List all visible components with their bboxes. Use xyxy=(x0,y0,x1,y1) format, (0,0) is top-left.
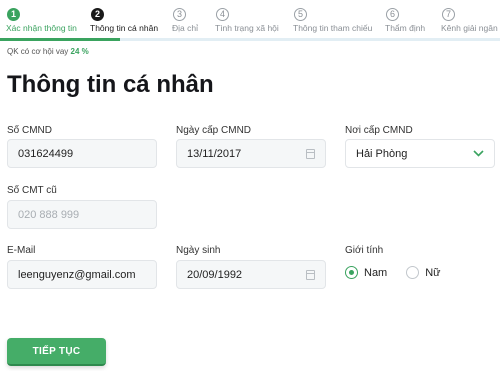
page-title: Thông tin cá nhân xyxy=(7,71,214,98)
loan-chance-percent: 24 % xyxy=(70,47,89,56)
step-3[interactable]: 3 Địa chỉ xyxy=(172,8,198,33)
loan-chance-text: QK có cơ hội vay 24 % xyxy=(7,47,89,56)
step-2-number: 2 xyxy=(91,8,104,21)
id-number-value: 031624499 xyxy=(18,147,74,160)
id-number-label: Số CMND xyxy=(7,125,53,136)
email-label: E-Mail xyxy=(7,245,36,256)
email-input[interactable]: leenguyenz@gmail.com xyxy=(7,260,157,289)
step-5-label: Thông tin tham chiếu xyxy=(293,23,373,33)
step-4[interactable]: 4 Tình trạng xã hội xyxy=(215,8,279,33)
birth-date-value: 20/09/1992 xyxy=(187,268,243,281)
step-progress: 1 Xác nhận thông tin 2 Thông tin cá nhân… xyxy=(0,8,500,36)
gender-radio-female[interactable] xyxy=(406,266,420,279)
gender-option-female[interactable]: Nữ xyxy=(425,267,440,279)
step-5-number: 5 xyxy=(294,8,307,21)
gender-radio-group: Nam Nữ xyxy=(345,266,460,279)
step-3-number: 3 xyxy=(173,8,186,21)
issue-date-value: 13/11/2017 xyxy=(187,147,242,160)
loan-chance-label: QK có cơ hội vay xyxy=(7,47,69,56)
gender-option-male[interactable]: Nam xyxy=(364,267,387,279)
calendar-icon[interactable] xyxy=(306,269,315,280)
step-2-label: Thông tin cá nhân xyxy=(90,23,159,33)
issue-place-value: Hải Phòng xyxy=(356,147,408,160)
step-7-label: Kênh giải ngân xyxy=(441,23,498,33)
birth-date-input[interactable]: 20/09/1992 xyxy=(176,260,326,289)
issue-date-label: Ngày cấp CMND xyxy=(176,125,252,136)
birth-date-label: Ngày sinh xyxy=(176,245,221,256)
id-number-input[interactable]: 031624499 xyxy=(7,139,157,168)
old-id-placeholder: 020 888 999 xyxy=(18,208,80,221)
step-1[interactable]: 1 Xác nhận thông tin xyxy=(6,8,77,33)
chevron-down-icon xyxy=(473,150,484,157)
email-value: leenguyenz@gmail.com xyxy=(18,268,136,281)
old-id-input[interactable]: 020 888 999 xyxy=(7,200,157,229)
step-4-label: Tình trạng xã hội xyxy=(215,23,279,33)
step-3-label: Địa chỉ xyxy=(172,23,198,33)
step-6[interactable]: 6 Thẩm định xyxy=(385,8,425,33)
step-5[interactable]: 5 Thông tin tham chiếu xyxy=(293,8,372,33)
step-7[interactable]: 7 Kênh giải ngân xyxy=(441,8,498,33)
step-4-number: 4 xyxy=(216,8,229,21)
step-6-number: 6 xyxy=(386,8,399,21)
progress-track xyxy=(0,38,500,41)
issue-date-input[interactable]: 13/11/2017 xyxy=(176,139,326,168)
step-6-label: Thẩm định xyxy=(385,23,426,33)
continue-button[interactable]: TIẾP TỤC xyxy=(7,338,106,366)
gender-label: Giới tính xyxy=(345,245,384,256)
old-id-label: Số CMT cũ xyxy=(7,185,57,196)
issue-place-label: Nơi cấp CMND xyxy=(345,125,413,136)
issue-place-select[interactable]: Hải Phòng xyxy=(345,139,495,168)
step-1-label: Xác nhận thông tin xyxy=(6,23,77,33)
step-2[interactable]: 2 Thông tin cá nhân xyxy=(90,8,158,33)
gender-radio-male[interactable] xyxy=(345,266,358,279)
step-7-number: 7 xyxy=(442,8,455,21)
calendar-icon[interactable] xyxy=(306,148,315,159)
progress-fill xyxy=(0,38,120,41)
step-1-number: 1 xyxy=(7,8,20,21)
